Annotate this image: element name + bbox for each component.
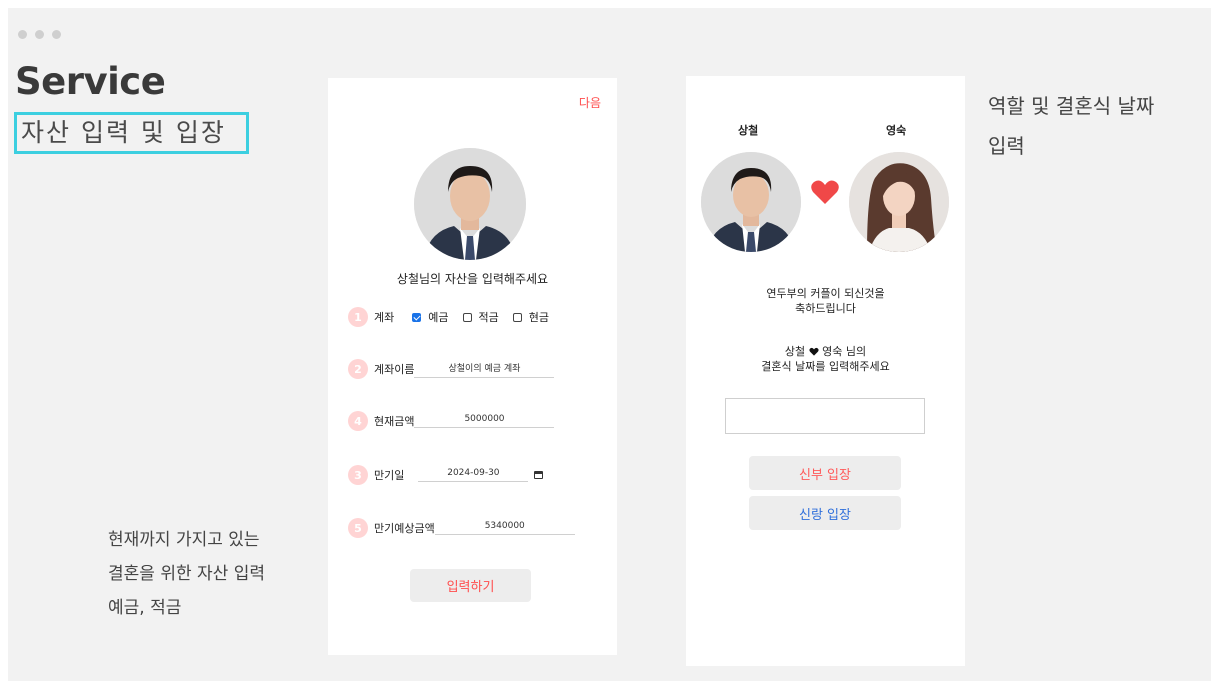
current-amount-input[interactable]: 5000000 bbox=[414, 414, 555, 428]
groom-enter-button[interactable]: 신랑 입장 bbox=[749, 496, 901, 530]
account-name-input[interactable]: 상철이의 예금 계좌 bbox=[414, 361, 555, 378]
account-name-label: 계좌이름 bbox=[374, 363, 415, 376]
next-link[interactable]: 다음 bbox=[579, 94, 601, 111]
deposit-option-label: 예금 bbox=[428, 311, 449, 324]
expected-amount-label: 만기예상금액 bbox=[374, 522, 435, 535]
congrats-line-1: 연두부의 커플이 되신것을 bbox=[766, 287, 885, 300]
page-title: Service bbox=[15, 60, 166, 103]
step-badge: 1 bbox=[348, 307, 368, 327]
step-badge: 3 bbox=[348, 465, 368, 485]
expected-amount-input[interactable]: 5340000 bbox=[434, 521, 575, 535]
submit-button[interactable]: 입력하기 bbox=[410, 569, 531, 602]
left-description: 현재까지 가지고 있는 결혼을 위한 자산 입력 예금, 적금 bbox=[108, 530, 265, 618]
window-dot-2 bbox=[35, 30, 44, 39]
account-name-row: 2 계좌이름 상철이의 예금 계좌 bbox=[348, 359, 555, 379]
savings-option-label: 적금 bbox=[478, 311, 499, 324]
groom-name: 상철 bbox=[738, 124, 759, 137]
account-type-options: 예금 적금 현금 bbox=[404, 309, 549, 325]
maturity-date-label: 만기일 bbox=[374, 469, 405, 482]
slide-canvas: Service 자산 입력 및 입장 현재까지 가지고 있는 결혼을 위한 자산… bbox=[8, 8, 1211, 681]
step-badge: 5 bbox=[348, 518, 368, 538]
window-dot-3 bbox=[52, 30, 61, 39]
bride-avatar bbox=[849, 152, 949, 252]
window-dot-1 bbox=[18, 30, 27, 39]
heart-icon bbox=[809, 347, 819, 356]
expected-amount-row: 5 만기예상금액 5340000 bbox=[348, 518, 575, 538]
asset-input-screen: 다음 상철님의 자산을 입력해주세요 1 계좌 예금 적금 현금 2 계좌이름 … bbox=[328, 78, 617, 655]
couple-line: 상철 영숙 님의 bbox=[686, 344, 965, 359]
heart-icon bbox=[811, 180, 839, 204]
account-type-label: 계좌 bbox=[374, 311, 395, 324]
calendar-icon[interactable] bbox=[534, 471, 544, 479]
congrats-line-2: 축하드립니다 bbox=[795, 302, 856, 315]
right-description: 역할 및 결혼식 날짜 입력 bbox=[988, 94, 1155, 158]
date-prompt: 결혼식 날짜를 입력해주세요 bbox=[761, 360, 890, 373]
current-amount-row: 4 현재금액 5000000 bbox=[348, 411, 555, 431]
wedding-date-input[interactable] bbox=[725, 398, 925, 434]
role-date-screen: 상철 영숙 연두부의 커플이 되신것을 축하드립니다 상철 영숙 님의 결혼식 … bbox=[686, 76, 965, 666]
current-amount-label: 현재금액 bbox=[374, 415, 415, 428]
step-badge: 4 bbox=[348, 411, 368, 431]
account-type-row: 1 계좌 예금 적금 현금 bbox=[348, 307, 549, 327]
page-subtitle: 자산 입력 및 입장 bbox=[14, 112, 249, 154]
groom-avatar bbox=[414, 148, 526, 260]
couple-suffix: 영숙 님의 bbox=[822, 345, 867, 358]
deposit-checkbox[interactable] bbox=[412, 312, 422, 322]
couple-prefix: 상철 bbox=[784, 345, 806, 358]
window-dots bbox=[18, 30, 61, 39]
asset-heading: 상철님의 자산을 입력해주세요 bbox=[396, 272, 549, 286]
groom-avatar bbox=[701, 152, 801, 252]
savings-checkbox[interactable] bbox=[462, 312, 472, 322]
cash-checkbox[interactable] bbox=[512, 312, 522, 322]
bride-name: 영숙 bbox=[886, 124, 907, 137]
cash-option-label: 현금 bbox=[528, 311, 549, 324]
step-badge: 2 bbox=[348, 359, 368, 379]
maturity-date-input[interactable]: 2024-09-30 bbox=[418, 468, 529, 482]
bride-enter-button[interactable]: 신부 입장 bbox=[749, 456, 901, 490]
maturity-date-row: 3 만기일 2024-09-30 bbox=[348, 465, 544, 485]
